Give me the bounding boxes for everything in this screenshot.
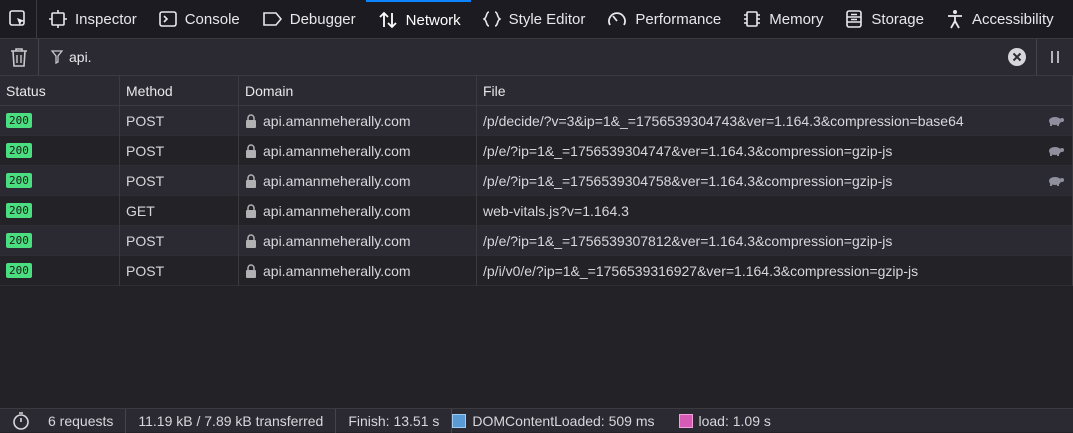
devtools-toolbar: Inspector Console Debugger Network Style… [0,0,1073,39]
status-badge: 200 [6,203,32,218]
method-cell: POST [120,165,239,196]
lock-icon [246,233,256,248]
requests-count: 6 requests [48,412,114,429]
status-badge: 200 [6,143,32,158]
element-picker-icon [9,10,25,26]
request-list: 200 POST api.amanmeherally.com /p/decide… [0,105,1073,286]
dom-content-loaded: DOMContentLoaded: 509 ms [452,409,666,433]
table-row[interactable]: 200 GET api.amanmeherally.com web-vitals… [0,195,1073,226]
load-text: load: 1.09 s [698,412,771,429]
tab-network[interactable]: Network [365,0,471,38]
lock-icon [246,263,256,278]
network-icon [379,11,397,29]
tab-label: Console [184,10,240,28]
method-cell: POST [120,225,239,256]
table-row[interactable]: 200 POST api.amanmeherally.com /p/e/?ip=… [0,135,1073,166]
accessibility-icon [947,10,962,29]
file-text: /p/i/v0/e/?ip=1&_=1756539316927&ver=1.16… [483,262,919,279]
clear-filter-button[interactable] [1006,46,1028,68]
table-row[interactable]: 200 POST api.amanmeherally.com /p/e/?ip=… [0,225,1073,256]
turtle-icon [1049,116,1064,126]
tab-storage[interactable]: Storage [833,0,934,38]
tab-label: Debugger [289,10,356,28]
domain-text: api.amanmeherally.com [263,202,411,219]
tab-label: Memory [769,10,824,28]
pause-button[interactable] [1036,39,1073,75]
close-icon [1008,48,1026,66]
storage-icon [846,10,863,28]
dom-loaded-text: DOMContentLoaded: 509 ms [472,412,655,429]
finish-time: Finish: 13.51 s [336,408,453,433]
status-badge: 200 [6,263,32,278]
method-cell: POST [120,105,239,136]
lock-icon [246,143,256,158]
file-text: /p/e/?ip=1&_=1756539304747&ver=1.164.3&c… [483,142,893,159]
filter-icon [51,50,63,64]
status-badge: 200 [6,233,32,248]
file-text: /p/e/?ip=1&_=1756539307812&ver=1.164.3&c… [483,232,893,249]
tab-inspector[interactable]: Inspector [37,0,147,38]
turtle-icon [1049,146,1064,156]
pause-icon [1051,51,1059,63]
column-header-domain[interactable]: Domain [239,76,477,106]
debugger-icon [262,12,282,26]
network-status-bar: 6 requests 11.19 kB / 7.89 kB transferre… [0,408,1073,433]
requests-summary: 6 requests [0,408,127,433]
inspector-icon [49,10,67,28]
tab-accessibility[interactable]: Accessibility [934,0,1064,38]
tab-debugger[interactable]: Debugger [250,0,366,38]
tab-label: Storage [871,10,924,28]
lock-icon [246,173,256,188]
method-cell: POST [120,255,239,286]
request-table-header: Status Method Domain File [0,76,1073,106]
style-editor-icon [482,11,501,27]
tab-label: Style Editor [508,10,586,28]
method-cell: POST [120,135,239,166]
stopwatch-icon [13,411,29,430]
table-row[interactable]: 200 POST api.amanmeherally.com /p/e/?ip=… [0,165,1073,196]
clear-requests-button[interactable] [0,39,39,75]
trash-icon [11,48,27,67]
domain-text: api.amanmeherally.com [263,232,411,249]
lock-icon [246,203,256,218]
tab-label: Network [405,11,461,29]
url-filter-input[interactable]: api. [39,39,1006,75]
domain-text: api.amanmeherally.com [263,142,411,159]
domain-text: api.amanmeherally.com [263,262,411,279]
turtle-icon [1049,176,1064,186]
file-text: /p/e/?ip=1&_=1756539304758&ver=1.164.3&c… [483,172,893,189]
console-icon [158,11,177,27]
column-header-file[interactable]: File [477,76,1073,106]
tab-label: Inspector [75,10,137,28]
tab-style-editor[interactable]: Style Editor [471,0,596,38]
status-badge: 200 [6,173,32,188]
lock-icon [246,113,256,128]
load-time: load: 1.09 s [667,409,783,433]
load-swatch [678,413,693,428]
file-text: web-vitals.js?v=1.164.3 [483,202,629,219]
domain-text: api.amanmeherally.com [263,172,411,189]
status-badge: 200 [6,113,32,128]
performance-icon [608,12,627,26]
filter-value: api. [69,49,92,65]
domain-text: api.amanmeherally.com [263,112,411,129]
tab-memory[interactable]: Memory [731,0,833,38]
file-text: /p/decide/?v=3&ip=1&_=1756539304743&ver=… [483,112,964,129]
transferred-summary: 11.19 kB / 7.89 kB transferred [126,408,337,433]
dom-loaded-swatch [452,413,467,428]
tab-performance[interactable]: Performance [595,0,731,38]
tab-label: Accessibility [971,10,1054,28]
element-picker-button[interactable] [0,0,37,38]
tab-label: Performance [635,10,722,28]
memory-icon [744,11,761,27]
method-cell: GET [120,195,239,226]
network-filter-bar: api. [0,39,1073,76]
table-row[interactable]: 200 POST api.amanmeherally.com /p/i/v0/e… [0,255,1073,286]
column-header-method[interactable]: Method [120,76,239,106]
tab-console[interactable]: Console [147,0,250,38]
table-row[interactable]: 200 POST api.amanmeherally.com /p/decide… [0,105,1073,136]
column-header-status[interactable]: Status [0,76,120,106]
